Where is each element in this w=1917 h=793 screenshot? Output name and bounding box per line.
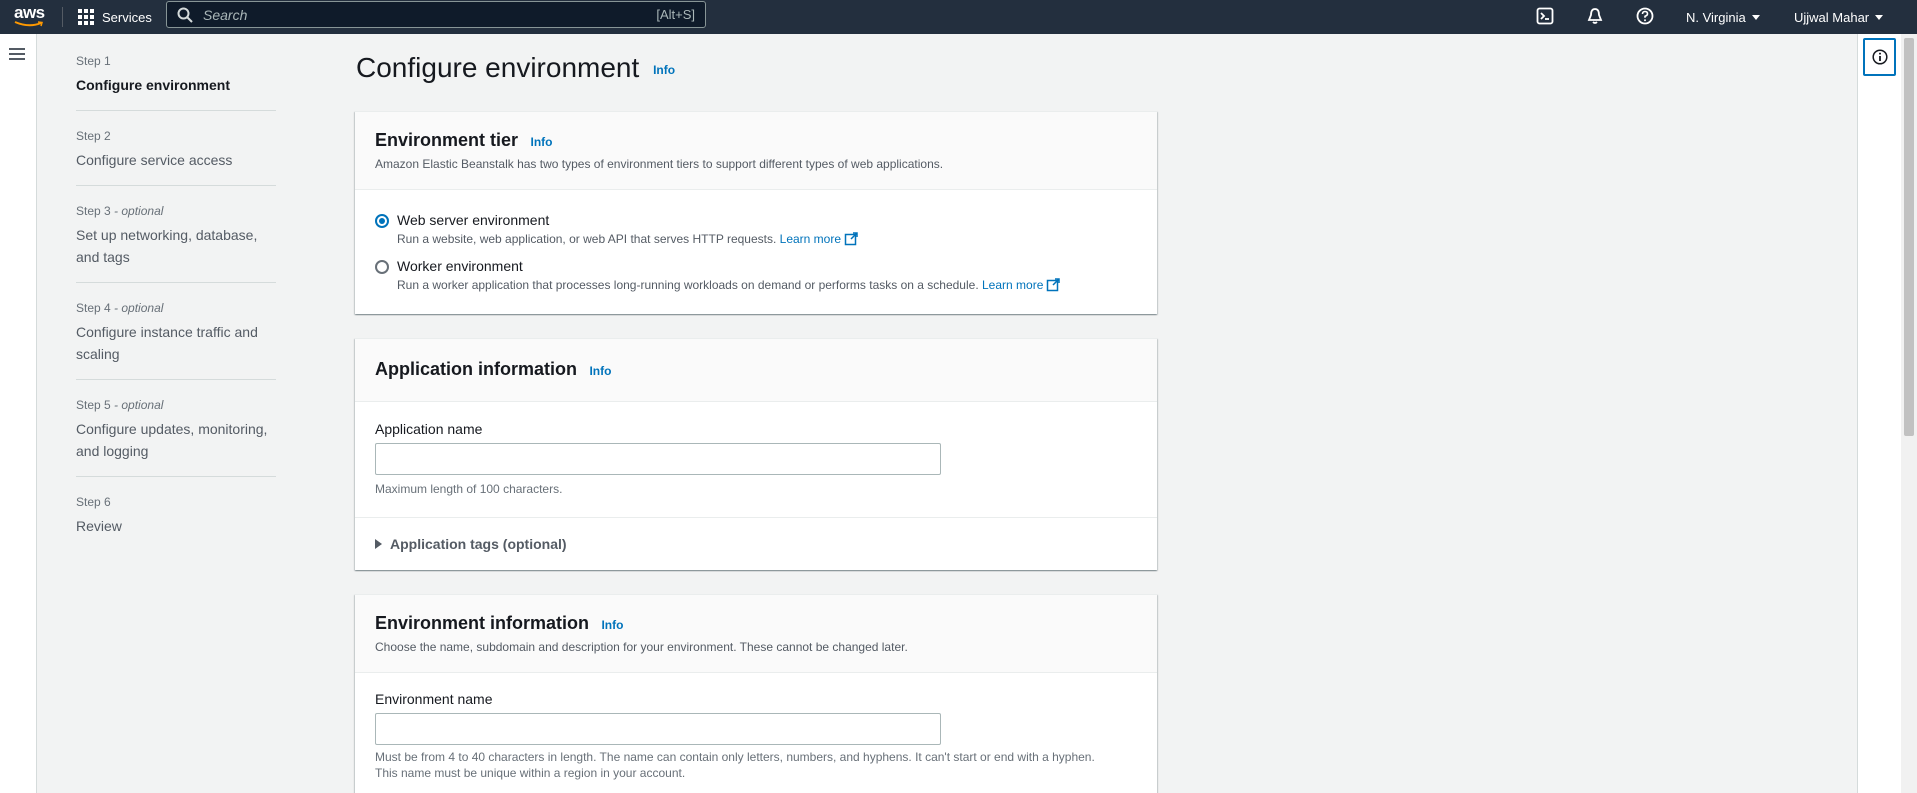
expander-label: Application tags (optional) (390, 536, 567, 552)
aws-smile-icon (14, 21, 43, 27)
environment-tier-panel: Environment tier Info Amazon Elastic Bea… (355, 111, 1157, 314)
step-title: Configure service access (76, 152, 233, 168)
aws-logo[interactable]: aws (12, 2, 48, 30)
info-icon (1871, 49, 1888, 65)
option-label: Web server environment (397, 212, 550, 228)
environment-name-input[interactable] (375, 713, 941, 745)
caret-right-icon (375, 539, 382, 549)
scrollbar-thumb[interactable] (1904, 38, 1914, 436)
help-panel-button[interactable] (1863, 38, 1896, 76)
step-title: Configure environment (76, 77, 231, 93)
step-title: Review (76, 518, 122, 534)
panel-description: Amazon Elastic Beanstalk has two types o… (375, 157, 944, 171)
cloudshell-button[interactable] (1534, 5, 1556, 27)
step-title: Configure instance traffic and scaling (76, 324, 258, 362)
menu-icon[interactable] (9, 48, 25, 60)
bell-icon (1587, 8, 1603, 24)
notifications-button[interactable] (1584, 5, 1606, 27)
region-label: N. Virginia (1686, 9, 1746, 25)
search-shortcut: [Alt+S] (656, 7, 695, 22)
grid-icon (78, 9, 94, 25)
help-icon (1636, 7, 1654, 25)
step-number: Step 5 - optional (76, 398, 164, 412)
environment-information-panel: Environment information Info Choose the … (355, 594, 1157, 793)
environment-name-hint: Must be from 4 to 40 characters in lengt… (375, 749, 1137, 781)
panel-description: Choose the name, subdomain and descripti… (375, 640, 908, 654)
web-server-option[interactable]: Web server environment Run a website, we… (375, 212, 1137, 246)
page-scrollbar[interactable] (1901, 34, 1917, 793)
application-tags-expander[interactable]: Application tags (optional) (355, 517, 1157, 570)
application-name-hint: Maximum length of 100 characters. (375, 482, 563, 496)
search-icon (177, 7, 193, 23)
panel-header: Environment information Info Choose the … (355, 595, 1157, 673)
info-link[interactable]: Info (653, 63, 675, 77)
chevron-down-icon (1751, 14, 1760, 20)
wizard-step-2[interactable]: Step 2 Configure service access (76, 127, 276, 186)
user-label: Ujjwal Mahar (1794, 9, 1870, 25)
wizard-step-4[interactable]: Step 4 - optional Configure instance tra… (76, 299, 276, 380)
step-number: Step 4 - optional (76, 301, 164, 315)
panel-header: Application information Info (355, 339, 1157, 402)
help-button[interactable] (1634, 5, 1656, 27)
search-bar[interactable]: [Alt+S] (166, 1, 706, 28)
wizard-step-6[interactable]: Step 6 Review (76, 493, 276, 551)
panel-header: Environment tier Info Amazon Elastic Bea… (355, 112, 1157, 190)
services-label: Services (102, 9, 152, 25)
right-rail (1857, 34, 1901, 793)
option-label: Worker environment (397, 258, 523, 274)
step-number: Step 1 (76, 54, 111, 68)
wizard-steps: Step 1 Configure environment Step 2 Conf… (76, 52, 276, 567)
learn-more-link[interactable]: Learn more (982, 278, 1061, 292)
region-selector[interactable]: N. Virginia (1686, 0, 1760, 34)
wizard-step-1[interactable]: Step 1 Configure environment (76, 52, 276, 111)
account-menu[interactable]: Ujjwal Mahar (1794, 0, 1884, 34)
page-title-text: Configure environment (356, 52, 640, 83)
step-title: Set up networking, database, and tags (76, 227, 258, 265)
learn-more-link[interactable]: Learn more (780, 232, 858, 246)
application-information-panel: Application information Info Application… (355, 338, 1157, 570)
hint-line: Must be from 4 to 40 characters in lengt… (375, 750, 1095, 764)
info-link[interactable]: Info (589, 364, 611, 378)
step-number: Step 3 - optional (76, 204, 164, 218)
hint-line: This name must be unique within a region… (375, 766, 686, 780)
worker-radio[interactable] (375, 260, 389, 274)
step-number: Step 6 (76, 495, 111, 509)
option-description: Run a worker application that processes … (397, 278, 1061, 292)
search-input[interactable] (203, 6, 657, 23)
application-name-label: Application name (375, 421, 483, 437)
nav-divider (62, 7, 63, 27)
wizard-step-5[interactable]: Step 5 - optional Configure updates, mon… (76, 396, 276, 477)
info-link[interactable]: Info (601, 618, 623, 632)
web-server-radio[interactable] (375, 214, 389, 228)
chevron-down-icon (1875, 14, 1884, 20)
external-link-icon (1047, 278, 1061, 292)
step-title: Configure updates, monitoring, and loggi… (76, 421, 268, 459)
page-title: Configure environment Info (356, 52, 675, 84)
left-rail (0, 34, 37, 793)
panel-title: Application information (375, 359, 577, 379)
application-name-input[interactable] (375, 443, 941, 475)
option-description: Run a website, web application, or web A… (397, 232, 858, 246)
info-link[interactable]: Info (530, 135, 552, 149)
environment-name-label: Environment name (375, 691, 493, 707)
services-menu-button[interactable]: Services (78, 0, 152, 34)
step-number: Step 2 (76, 129, 111, 143)
external-link-icon (844, 232, 858, 246)
panel-title: Environment tier (375, 130, 519, 150)
cloudshell-icon (1536, 7, 1554, 25)
wizard-step-3[interactable]: Step 3 - optional Set up networking, dat… (76, 202, 276, 283)
top-navigation: aws Services [Alt+S] (0, 0, 1917, 34)
panel-title: Environment information (375, 613, 590, 633)
aws-logo-text: aws (14, 3, 45, 22)
worker-option[interactable]: Worker environment Run a worker applicat… (375, 258, 1137, 292)
